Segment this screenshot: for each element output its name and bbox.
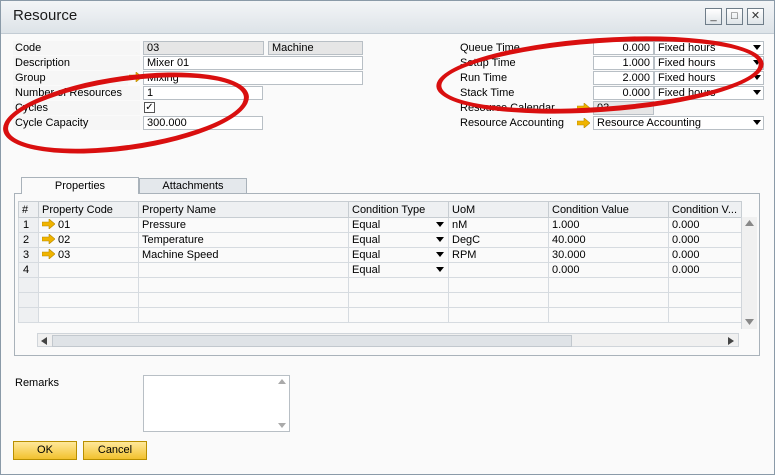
scroll-right-icon[interactable] — [728, 337, 734, 345]
tab-attachments[interactable]: Attachments — [139, 178, 247, 193]
property-code-cell[interactable] — [38, 262, 139, 278]
row-number[interactable]: 2 — [18, 232, 39, 248]
close-button[interactable]: ✕ — [747, 8, 764, 25]
tab-properties[interactable]: Properties — [21, 177, 139, 194]
scroll-up-icon[interactable] — [745, 220, 754, 226]
column-header[interactable]: Condition Value — [548, 201, 669, 218]
maximize-button[interactable]: □ — [726, 8, 743, 25]
condition-type-value: Equal — [352, 219, 381, 231]
chevron-down-icon — [436, 237, 444, 242]
uom-cell[interactable]: nM — [448, 217, 549, 233]
remarks-label: Remarks — [15, 377, 60, 389]
condition-type-value: Equal — [352, 234, 381, 246]
property-name-cell[interactable]: Pressure — [138, 217, 349, 233]
scroll-left-icon[interactable] — [41, 337, 47, 345]
column-header[interactable]: Property Name — [138, 201, 349, 218]
condition-type-value: Equal — [352, 264, 381, 276]
link-arrow-icon[interactable] — [41, 248, 56, 260]
table-row[interactable]: 4 Equal 0.000 0.000 — [18, 262, 742, 278]
resource-accounting-select[interactable]: Resource Accounting — [593, 116, 764, 130]
description-label: Description — [13, 56, 140, 70]
column-header[interactable]: UoM — [448, 201, 549, 218]
property-name-cell[interactable] — [138, 262, 349, 278]
property-name-cell[interactable]: Temperature — [138, 232, 349, 248]
resource-accounting-value: Resource Accounting — [597, 117, 701, 129]
remarks-textarea[interactable] — [143, 375, 290, 432]
uom-cell[interactable]: DegC — [448, 232, 549, 248]
cancel-button[interactable]: Cancel — [83, 441, 147, 460]
link-arrow-icon[interactable] — [577, 118, 590, 128]
condition-value2-cell[interactable]: 0.000 — [668, 262, 742, 278]
property-code-cell[interactable]: 02 — [38, 232, 139, 248]
property-code-value: 03 — [58, 249, 71, 261]
property-name-cell[interactable]: Machine Speed — [138, 247, 349, 263]
scroll-thumb[interactable] — [52, 335, 572, 347]
condition-type-cell[interactable]: Equal — [348, 217, 449, 233]
vertical-scrollbar[interactable] — [741, 217, 757, 329]
chevron-down-icon — [753, 120, 761, 125]
code-field[interactable]: 03 — [143, 41, 264, 55]
title-bar: Resource _ □ ✕ — [1, 1, 774, 34]
property-code-cell[interactable]: 03 — [38, 247, 139, 263]
table-row-empty[interactable] — [18, 277, 742, 293]
condition-value-cell[interactable]: 40.000 — [548, 232, 669, 248]
column-header[interactable]: Condition V... — [668, 201, 742, 218]
scroll-down-icon[interactable] — [278, 423, 286, 428]
minimize-button[interactable]: _ — [705, 8, 722, 25]
link-arrow-icon[interactable] — [41, 233, 56, 245]
scroll-down-icon[interactable] — [745, 319, 754, 325]
table-row[interactable]: 2 02 Temperature Equal DegC 40.000 0.000 — [18, 232, 742, 248]
column-header[interactable]: Property Code — [38, 201, 139, 218]
column-header[interactable]: # — [18, 201, 39, 218]
row-number[interactable]: 4 — [18, 262, 39, 278]
row-number[interactable]: 1 — [18, 217, 39, 233]
table-row-empty[interactable] — [18, 292, 742, 308]
condition-type-cell[interactable]: Equal — [348, 232, 449, 248]
table-row[interactable]: 3 03 Machine Speed Equal RPM 30.000 0.00… — [18, 247, 742, 263]
resource-type-field[interactable]: Machine — [268, 41, 363, 55]
description-field[interactable]: Mixer 01 — [143, 56, 363, 70]
property-code-value: 01 — [58, 219, 71, 231]
property-code-value: 02 — [58, 234, 71, 246]
condition-value2-cell[interactable]: 0.000 — [668, 232, 742, 248]
scroll-up-icon[interactable] — [278, 379, 286, 384]
condition-type-cell[interactable]: Equal — [348, 247, 449, 263]
condition-type-value: Equal — [352, 249, 381, 261]
resource-accounting-label: Resource Accounting — [460, 117, 564, 129]
table-header-row: # Property Code Property Name Condition … — [18, 201, 742, 218]
chevron-down-icon — [753, 90, 761, 95]
ok-button[interactable]: OK — [13, 441, 77, 460]
uom-cell[interactable] — [448, 262, 549, 278]
condition-type-cell[interactable]: Equal — [348, 262, 449, 278]
condition-value2-cell[interactable]: 0.000 — [668, 247, 742, 263]
window-title: Resource — [13, 7, 78, 24]
code-label: Code — [13, 41, 140, 55]
condition-value-cell[interactable]: 0.000 — [548, 262, 669, 278]
condition-value-cell[interactable]: 1.000 — [548, 217, 669, 233]
chevron-down-icon — [436, 267, 444, 272]
property-code-cell[interactable]: 01 — [38, 217, 139, 233]
table-row-empty[interactable] — [18, 307, 742, 323]
chevron-down-icon — [753, 45, 761, 50]
properties-table: # Property Code Property Name Condition … — [18, 201, 742, 323]
condition-value2-cell[interactable]: 0.000 — [668, 217, 742, 233]
uom-cell[interactable]: RPM — [448, 247, 549, 263]
horizontal-scrollbar[interactable] — [37, 333, 739, 347]
chevron-down-icon — [436, 222, 444, 227]
row-number[interactable]: 3 — [18, 247, 39, 263]
table-row[interactable]: 1 01 Pressure Equal nM 1.000 0.000 — [18, 217, 742, 233]
link-arrow-icon[interactable] — [41, 218, 56, 230]
column-header[interactable]: Condition Type — [348, 201, 449, 218]
condition-value-cell[interactable]: 30.000 — [548, 247, 669, 263]
chevron-down-icon — [436, 252, 444, 257]
